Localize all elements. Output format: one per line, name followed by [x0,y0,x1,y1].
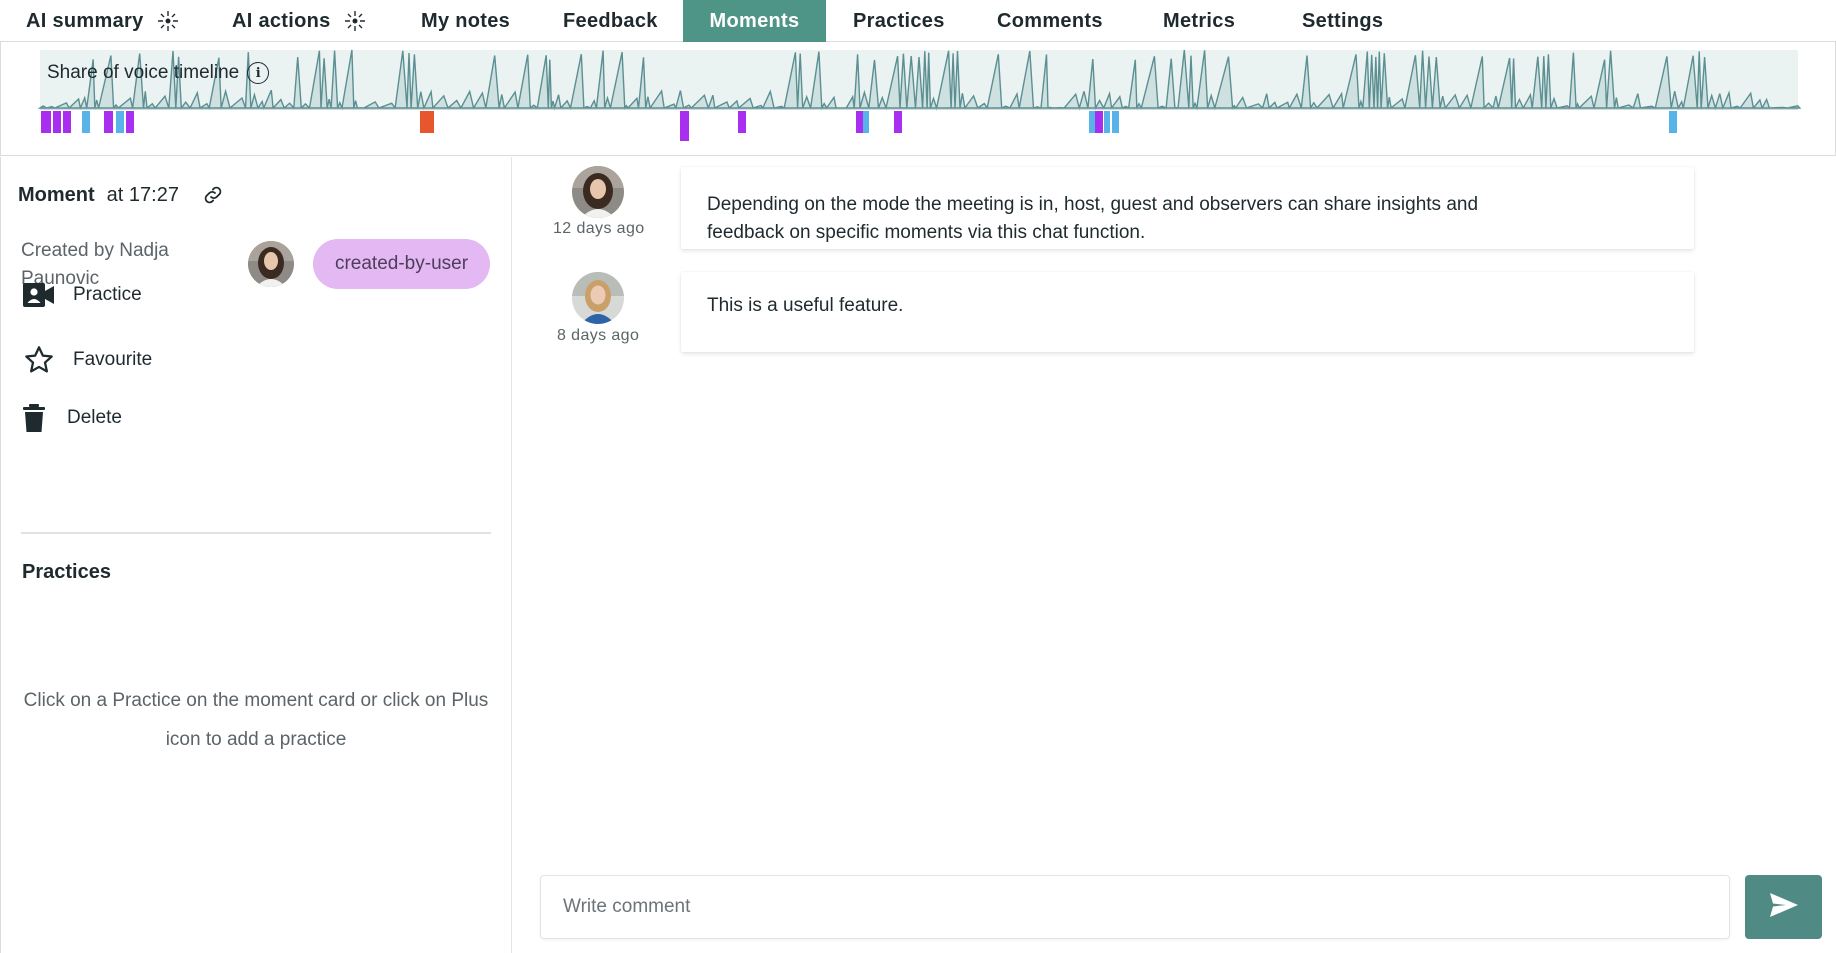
avatar [572,166,624,218]
moment-marker[interactable] [1095,111,1103,133]
timeline-title: Share of voice timeline [47,62,240,83]
tab-practices[interactable]: Practices [853,0,945,42]
moment-marker[interactable] [82,111,90,133]
sparkle-icon [343,9,367,33]
comment-input[interactable] [541,876,1729,938]
moment-marker[interactable] [1104,111,1110,133]
tab-my-notes[interactable]: My notes [421,0,510,42]
moment-marker[interactable] [41,111,51,133]
delete-button[interactable]: Delete [23,404,122,432]
moment-marker[interactable] [126,111,134,133]
tab-settings[interactable]: Settings [1302,0,1383,42]
tab-label: Feedback [563,9,658,32]
practices-empty-message: Click on a Practice on the moment card o… [23,690,489,750]
sparkle-icon [156,9,180,33]
comment-text: This is a useful feature. [681,272,1694,352]
moment-marker[interactable] [63,111,71,133]
tab-label: Moments [709,9,800,32]
tab-bar: AI summary AI actions My notes Feedback … [0,0,1836,42]
tab-metrics[interactable]: Metrics [1163,0,1235,42]
moment-marker[interactable] [894,111,902,133]
info-icon[interactable]: i [247,62,270,84]
practice-button[interactable]: Practice [23,282,142,308]
comment-time: 12 days ago [553,220,645,237]
moment-details-panel: Moment at 17:27 Created by Nadja Paunovi… [0,157,512,953]
moment-marker[interactable] [104,111,113,133]
moment-title: Moment [18,183,95,206]
timeline-graph[interactable] [1,42,1835,154]
star-icon [23,344,59,376]
moment-marker[interactable] [1089,111,1095,133]
moment-marker[interactable] [1669,111,1677,133]
send-icon [1769,892,1799,923]
favourite-label: Favourite [73,349,153,370]
avatar [248,241,294,287]
tab-label: Practices [853,9,945,32]
moment-marker[interactable] [1112,111,1119,133]
timeline-label: Share of voice timeline i [47,62,270,84]
comments-panel: 12 days ago Depending on the mode the me… [513,157,1836,953]
moment-time: at 17:27 [106,183,179,206]
tab-ai-actions[interactable]: AI actions [232,0,367,42]
avatar [572,272,624,324]
tab-feedback[interactable]: Feedback [563,0,658,42]
tab-label: My notes [421,9,511,32]
comment-text: Depending on the mode the meeting is in,… [681,167,1694,249]
video-user-icon [23,282,59,308]
send-button[interactable] [1745,875,1822,939]
tab-label: AI actions [232,9,331,32]
moment-marker[interactable] [863,111,869,133]
moment-marker[interactable] [53,111,61,133]
moment-marker[interactable] [116,111,124,133]
moment-header: Moment at 17:27 [18,183,225,207]
divider [21,532,491,534]
comment-input-wrapper [540,875,1730,939]
delete-label: Delete [67,407,122,428]
comment-time: 8 days ago [557,327,640,344]
moment-marker[interactable] [420,111,434,133]
practice-label: Practice [73,284,142,305]
moment-marker[interactable] [738,111,746,133]
link-icon[interactable] [201,183,225,207]
tab-label: Comments [997,9,1103,32]
tab-label: Settings [1302,9,1384,32]
tab-comments[interactable]: Comments [997,0,1103,42]
share-of-voice-timeline[interactable]: Share of voice timeline i [0,42,1836,156]
practices-heading: Practices [22,561,111,583]
tag-chip: created-by-user [313,239,490,289]
tab-ai-summary[interactable]: AI summary [26,0,180,42]
trash-icon [23,404,53,432]
tab-moments[interactable]: Moments [683,0,826,42]
tab-label: Metrics [1163,9,1236,32]
tab-label: AI summary [26,9,144,32]
moment-marker[interactable] [680,111,689,141]
favourite-button[interactable]: Favourite [23,344,152,376]
